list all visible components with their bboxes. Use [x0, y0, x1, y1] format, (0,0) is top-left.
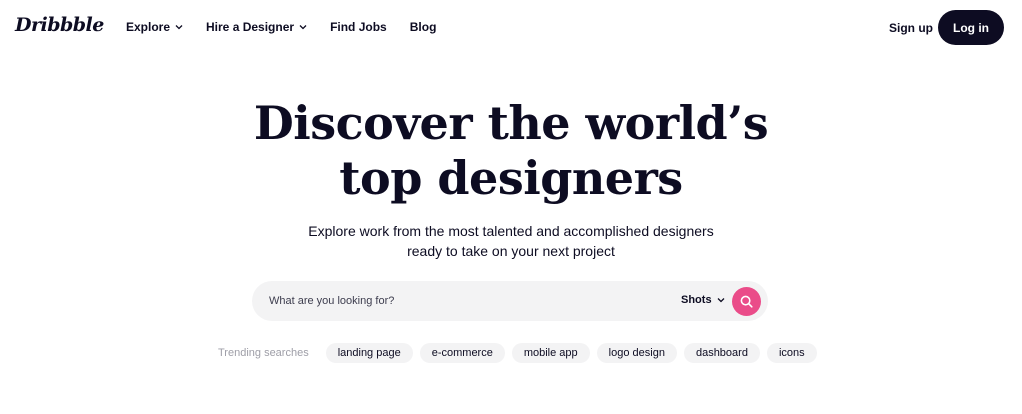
main-nav: Explore Hire a Designer Find Jobs Blog: [126, 20, 459, 34]
trending-tag-dashboard[interactable]: dashboard: [683, 343, 760, 363]
chevron-down-icon: [299, 24, 307, 30]
nav-blog[interactable]: Blog: [410, 20, 437, 34]
search-icon: [740, 295, 753, 308]
title-line-2: top designers: [339, 151, 683, 205]
chevron-down-icon: [175, 24, 183, 30]
subtitle-line-1: Explore work from the most talented and …: [308, 223, 714, 239]
page-title: Discover the world’s top designers: [0, 96, 1022, 206]
nav-find-jobs[interactable]: Find Jobs: [330, 20, 387, 34]
trending-tag-logo-design[interactable]: logo design: [596, 343, 677, 363]
nav-explore[interactable]: Explore: [126, 20, 183, 34]
trending-tag-e-commerce[interactable]: e-commerce: [419, 343, 505, 363]
log-in-button[interactable]: Log in: [938, 10, 1004, 45]
search-input[interactable]: [269, 292, 649, 310]
nav-blog-label: Blog: [409, 20, 437, 34]
search-scope-dropdown[interactable]: Shots: [681, 294, 725, 306]
search-bar: Shots: [252, 281, 768, 321]
nav-find-jobs-label: Find Jobs: [330, 20, 387, 34]
subtitle-line-2: ready to take on your next project: [407, 243, 615, 259]
chevron-down-icon: [717, 297, 725, 303]
dribbble-logo[interactable]: Dribbble: [15, 14, 104, 36]
nav-hire-label: Hire a Designer: [206, 20, 295, 34]
trending-tag-icons[interactable]: icons: [766, 343, 817, 363]
trending-tag-mobile-app[interactable]: mobile app: [511, 343, 590, 363]
nav-explore-label: Explore: [126, 20, 171, 34]
title-line-1: Discover the world’s: [253, 96, 769, 150]
search-button[interactable]: [732, 287, 761, 316]
sign-up-link[interactable]: Sign up: [889, 21, 933, 35]
search-scope-label: Shots: [681, 294, 712, 306]
trending-searches: Trending searches landing page e-commerc…: [218, 343, 824, 363]
hero-subtitle: Explore work from the most talented and …: [0, 221, 1022, 261]
trending-label: Trending searches: [218, 347, 309, 359]
trending-tag-landing-page[interactable]: landing page: [325, 343, 413, 363]
nav-hire-a-designer[interactable]: Hire a Designer: [206, 20, 307, 34]
site-header: Dribbble Explore Hire a Designer Find Jo…: [0, 0, 1022, 56]
